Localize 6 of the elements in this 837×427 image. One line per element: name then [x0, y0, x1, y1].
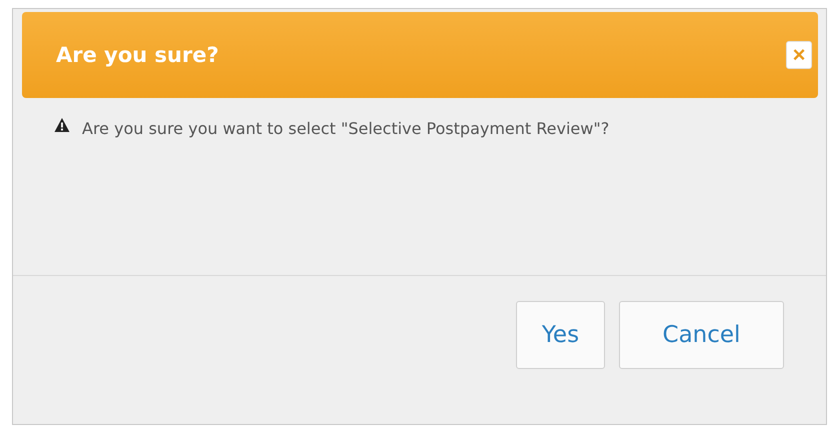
close-button[interactable]: × — [786, 41, 812, 69]
confirmation-message: Are you sure you want to select "Selective Postpayment Review"? — [82, 118, 610, 140]
dialog-button[interactable]: Cancel — [619, 301, 784, 369]
dialog-title: Are you sure? — [56, 43, 219, 67]
warning-icon — [54, 117, 70, 133]
dialog-button[interactable]: Yes — [516, 301, 605, 369]
